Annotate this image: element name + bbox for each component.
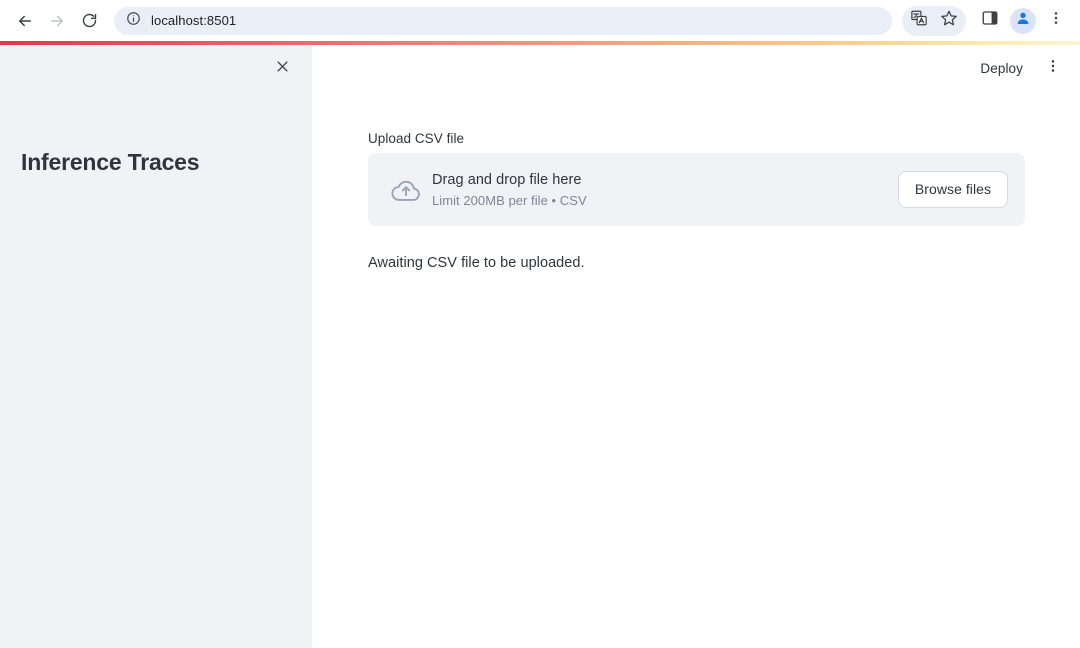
app-header: Deploy <box>971 45 1080 91</box>
browse-files-button[interactable]: Browse files <box>897 171 1008 208</box>
arrow-left-icon <box>16 12 34 30</box>
browser-toolbar: localhost:8501 <box>0 0 1080 41</box>
side-panel-icon <box>981 9 999 32</box>
status-message: Awaiting CSV file to be uploaded. <box>368 255 585 271</box>
three-dots-vertical-icon <box>1048 10 1064 31</box>
info-circle-icon[interactable] <box>126 11 141 31</box>
dropzone-text: Drag and drop file here Limit 200MB per … <box>432 171 898 208</box>
three-dots-vertical-icon <box>1045 58 1061 79</box>
back-button[interactable] <box>10 6 40 36</box>
file-dropzone[interactable]: Drag and drop file here Limit 200MB per … <box>368 153 1025 226</box>
browser-menu-button[interactable] <box>1042 7 1070 35</box>
address-bar[interactable]: localhost:8501 <box>114 6 892 35</box>
close-icon <box>275 59 290 79</box>
streamlit-app: Inference Traces Deploy Upload CSV file <box>0 45 1080 648</box>
app-menu-button[interactable] <box>1038 53 1068 83</box>
main-content: Upload CSV file Drag and drop file here … <box>368 131 1025 271</box>
translate-button[interactable] <box>905 7 933 35</box>
main-content-area: Deploy Upload CSV file Drag and drop fil… <box>312 45 1080 648</box>
arrow-right-icon <box>48 12 66 30</box>
profile-button[interactable] <box>1010 7 1036 34</box>
address-bar-url[interactable]: localhost:8501 <box>151 13 236 28</box>
forward-button[interactable] <box>42 6 72 36</box>
sidebar: Inference Traces <box>0 45 312 648</box>
cloud-upload-icon <box>384 173 428 207</box>
bookmark-button[interactable] <box>935 7 963 35</box>
translate-icon <box>910 9 928 32</box>
reload-button[interactable] <box>74 6 104 36</box>
omnibox-action-pill <box>902 5 966 36</box>
sidebar-title: Inference Traces <box>21 149 200 175</box>
browser-toolbar-actions <box>902 5 1070 36</box>
dropzone-title: Drag and drop file here <box>432 172 582 189</box>
side-panel-button[interactable] <box>976 7 1004 35</box>
file-uploader-label: Upload CSV file <box>368 131 465 146</box>
profile-avatar-icon <box>1015 10 1031 31</box>
star-icon <box>940 9 958 32</box>
reload-icon <box>81 12 98 29</box>
sidebar-close-button[interactable] <box>266 53 298 85</box>
deploy-button[interactable]: Deploy <box>971 56 1032 81</box>
dropzone-subtitle: Limit 200MB per file • CSV <box>432 192 587 208</box>
